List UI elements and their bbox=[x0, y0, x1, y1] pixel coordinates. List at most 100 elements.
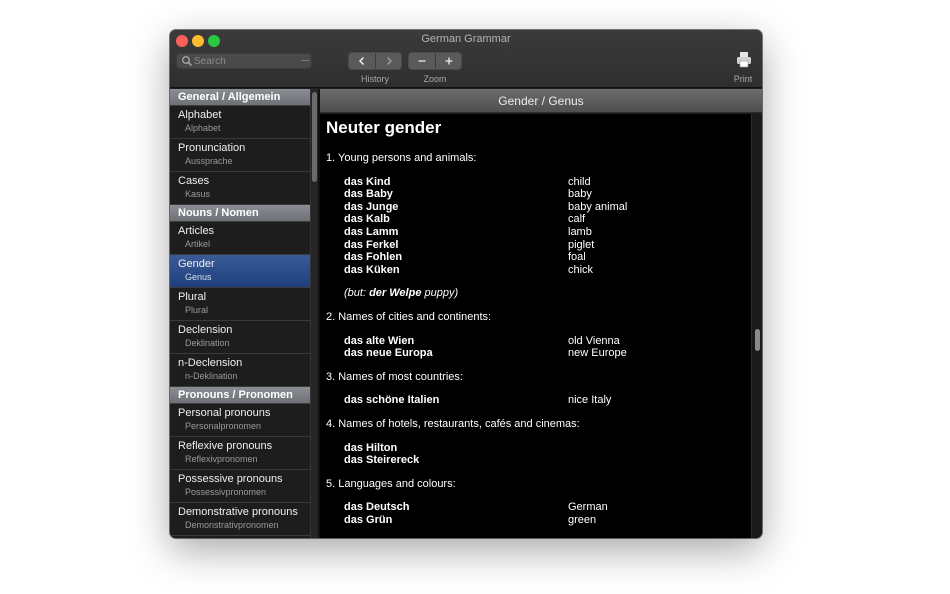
section-header-general: General / Allgemein bbox=[170, 89, 310, 106]
english-term: child bbox=[568, 175, 591, 188]
sidebar-scrollbar-thumb[interactable] bbox=[312, 92, 317, 182]
english-term: piglet bbox=[568, 238, 595, 251]
note-close: puppy) bbox=[421, 287, 459, 300]
sidebar-item-gender[interactable]: Gender Genus bbox=[170, 255, 310, 288]
sidebar-item-subtitle: Alphabet bbox=[185, 123, 221, 133]
sidebar-item-subtitle: Plural bbox=[185, 305, 209, 315]
sidebar-item-subtitle: Kasus bbox=[185, 189, 211, 199]
example-row: das Grün green bbox=[344, 514, 746, 527]
sidebar-item-subtitle: Demonstrativpronomen bbox=[185, 520, 279, 530]
point-heading: 2. Names of cities and continents: bbox=[326, 310, 492, 323]
example-row: das neue Europa new Europe bbox=[344, 347, 746, 360]
history-control bbox=[348, 52, 402, 70]
zoom-control bbox=[408, 52, 462, 70]
sidebar-item-title: Gender bbox=[178, 258, 215, 270]
section-header-nouns: Nouns / Nomen bbox=[170, 205, 310, 222]
english-term: new Europe bbox=[568, 347, 627, 360]
zoom-out-button[interactable] bbox=[409, 53, 435, 69]
example-row: das Steirereck bbox=[344, 454, 746, 467]
example-row: das Baby baby bbox=[344, 188, 746, 201]
sidebar-item-title: Alphabet bbox=[178, 109, 222, 121]
sidebar-item-subtitle: Deklination bbox=[185, 338, 230, 348]
sidebar-item-title: Plural bbox=[178, 291, 207, 303]
example-row: das alte Wien old Vienna bbox=[344, 335, 746, 348]
search-input[interactable] bbox=[194, 54, 294, 68]
sidebar-item-title: Demonstrative pronouns bbox=[178, 506, 298, 518]
window-title: German Grammar bbox=[421, 33, 511, 45]
sidebar-item-title: Articles bbox=[178, 225, 215, 237]
toolbar: German Grammar History bbox=[170, 30, 762, 88]
english-term: baby bbox=[568, 188, 592, 201]
english-term: old Vienna bbox=[568, 334, 620, 347]
history-label: History bbox=[360, 74, 389, 84]
sidebar-item-personal-pronouns[interactable]: Personal pronouns Personalpronomen bbox=[170, 404, 310, 437]
german-term: das Grün bbox=[344, 513, 393, 526]
point-heading: 5. Languages and colours: bbox=[326, 477, 456, 490]
german-term: das Steirereck bbox=[344, 454, 420, 467]
german-term: das neue Europa bbox=[344, 347, 433, 360]
german-term: das Kind bbox=[344, 175, 391, 188]
search-field[interactable] bbox=[176, 53, 312, 69]
sidebar-item-title: Declension bbox=[178, 324, 233, 336]
zoom-out-icon bbox=[418, 60, 426, 62]
english-term: green bbox=[568, 513, 597, 526]
content-scrollbar-thumb[interactable] bbox=[755, 329, 760, 351]
example-row: das Deutsch German bbox=[344, 501, 746, 514]
zoom-label: Zoom bbox=[423, 74, 447, 84]
german-term: das Hilton bbox=[344, 441, 398, 454]
example-row: das Kind child bbox=[344, 176, 746, 189]
example-row: das Hilton bbox=[344, 442, 746, 455]
english-term: foal bbox=[568, 251, 586, 264]
article: Neuter gender 1. Young persons and anima… bbox=[326, 118, 746, 537]
sidebar-scrollbar[interactable] bbox=[310, 89, 318, 538]
printer-icon bbox=[737, 52, 751, 68]
search-clear-icon[interactable] bbox=[301, 60, 309, 61]
print-label: Print bbox=[733, 74, 753, 84]
example-row: das Kalb calf bbox=[344, 213, 746, 226]
zoom-in-button[interactable] bbox=[435, 53, 461, 69]
content-scrollbar[interactable] bbox=[751, 114, 762, 538]
german-term: das Küken bbox=[344, 263, 400, 276]
forward-button[interactable] bbox=[375, 53, 401, 69]
german-term: das alte Wien bbox=[344, 334, 415, 347]
content-pane: Neuter gender 1. Young persons and anima… bbox=[320, 114, 751, 538]
sidebar-item-cases[interactable]: Cases Kasus bbox=[170, 172, 310, 205]
sidebar-item-declension[interactable]: Declension Deklination bbox=[170, 321, 310, 354]
point-heading: 1. Young persons and animals: bbox=[326, 152, 477, 164]
print-button[interactable] bbox=[734, 51, 754, 69]
sidebar-item-articles[interactable]: Articles Artikel bbox=[170, 222, 310, 255]
sidebar-item-n-declension[interactable]: n-Declension n-Deklination bbox=[170, 354, 310, 387]
english-term: calf bbox=[568, 213, 586, 226]
german-term: das schöne Italien bbox=[344, 394, 440, 407]
sidebar-item-pronunciation[interactable]: Pronunciation Aussprache bbox=[170, 139, 310, 172]
sidebar-item-demonstrative-pronouns[interactable]: Demonstrative pronouns Demonstrativprono… bbox=[170, 503, 310, 536]
zoom-in-icon bbox=[445, 57, 452, 65]
note-open: (but: bbox=[344, 287, 370, 300]
point-heading: 3. Names of most countries: bbox=[326, 370, 463, 383]
section-header-pronouns: Pronouns / Pronomen bbox=[170, 387, 310, 404]
article-title: Neuter gender bbox=[326, 118, 442, 137]
sidebar-item-title: Personal pronouns bbox=[178, 407, 271, 419]
back-icon bbox=[358, 56, 365, 66]
example-row: das Junge baby animal bbox=[344, 201, 746, 214]
sidebar-item-subtitle: Genus bbox=[185, 272, 212, 282]
sidebar-item-title: n-Declension bbox=[178, 357, 243, 369]
example-row: das Küken chick bbox=[344, 264, 746, 277]
sidebar-item-title: Reflexive pronouns bbox=[178, 440, 273, 452]
english-term: nice Italy bbox=[568, 394, 612, 407]
sidebar-item-plural[interactable]: Plural Plural bbox=[170, 288, 310, 321]
search-icon bbox=[182, 56, 192, 66]
sidebar-item-reflexive-pronouns[interactable]: Reflexive pronouns Reflexivpronomen bbox=[170, 437, 310, 470]
german-term: das Junge bbox=[344, 200, 399, 213]
example-row: das schöne Italien nice Italy bbox=[344, 394, 746, 407]
sidebar-item-subtitle: Artikel bbox=[185, 239, 211, 249]
example-list: das alte Wien old Vienna das neue Europa n… bbox=[326, 335, 746, 360]
app-window: German Grammar History bbox=[170, 30, 762, 538]
german-term: das Ferkel bbox=[344, 238, 399, 251]
example-list: das schöne Italien nice Italy bbox=[326, 394, 746, 407]
sidebar-item-alphabet[interactable]: Alphabet Alphabet bbox=[170, 106, 310, 139]
sidebar-item-possessive-pronouns[interactable]: Possessive pronouns Possessivpronomen bbox=[170, 470, 310, 503]
back-button[interactable] bbox=[349, 53, 375, 69]
german-term: das Fohlen bbox=[344, 251, 403, 264]
german-term: das Lamm bbox=[344, 225, 399, 238]
